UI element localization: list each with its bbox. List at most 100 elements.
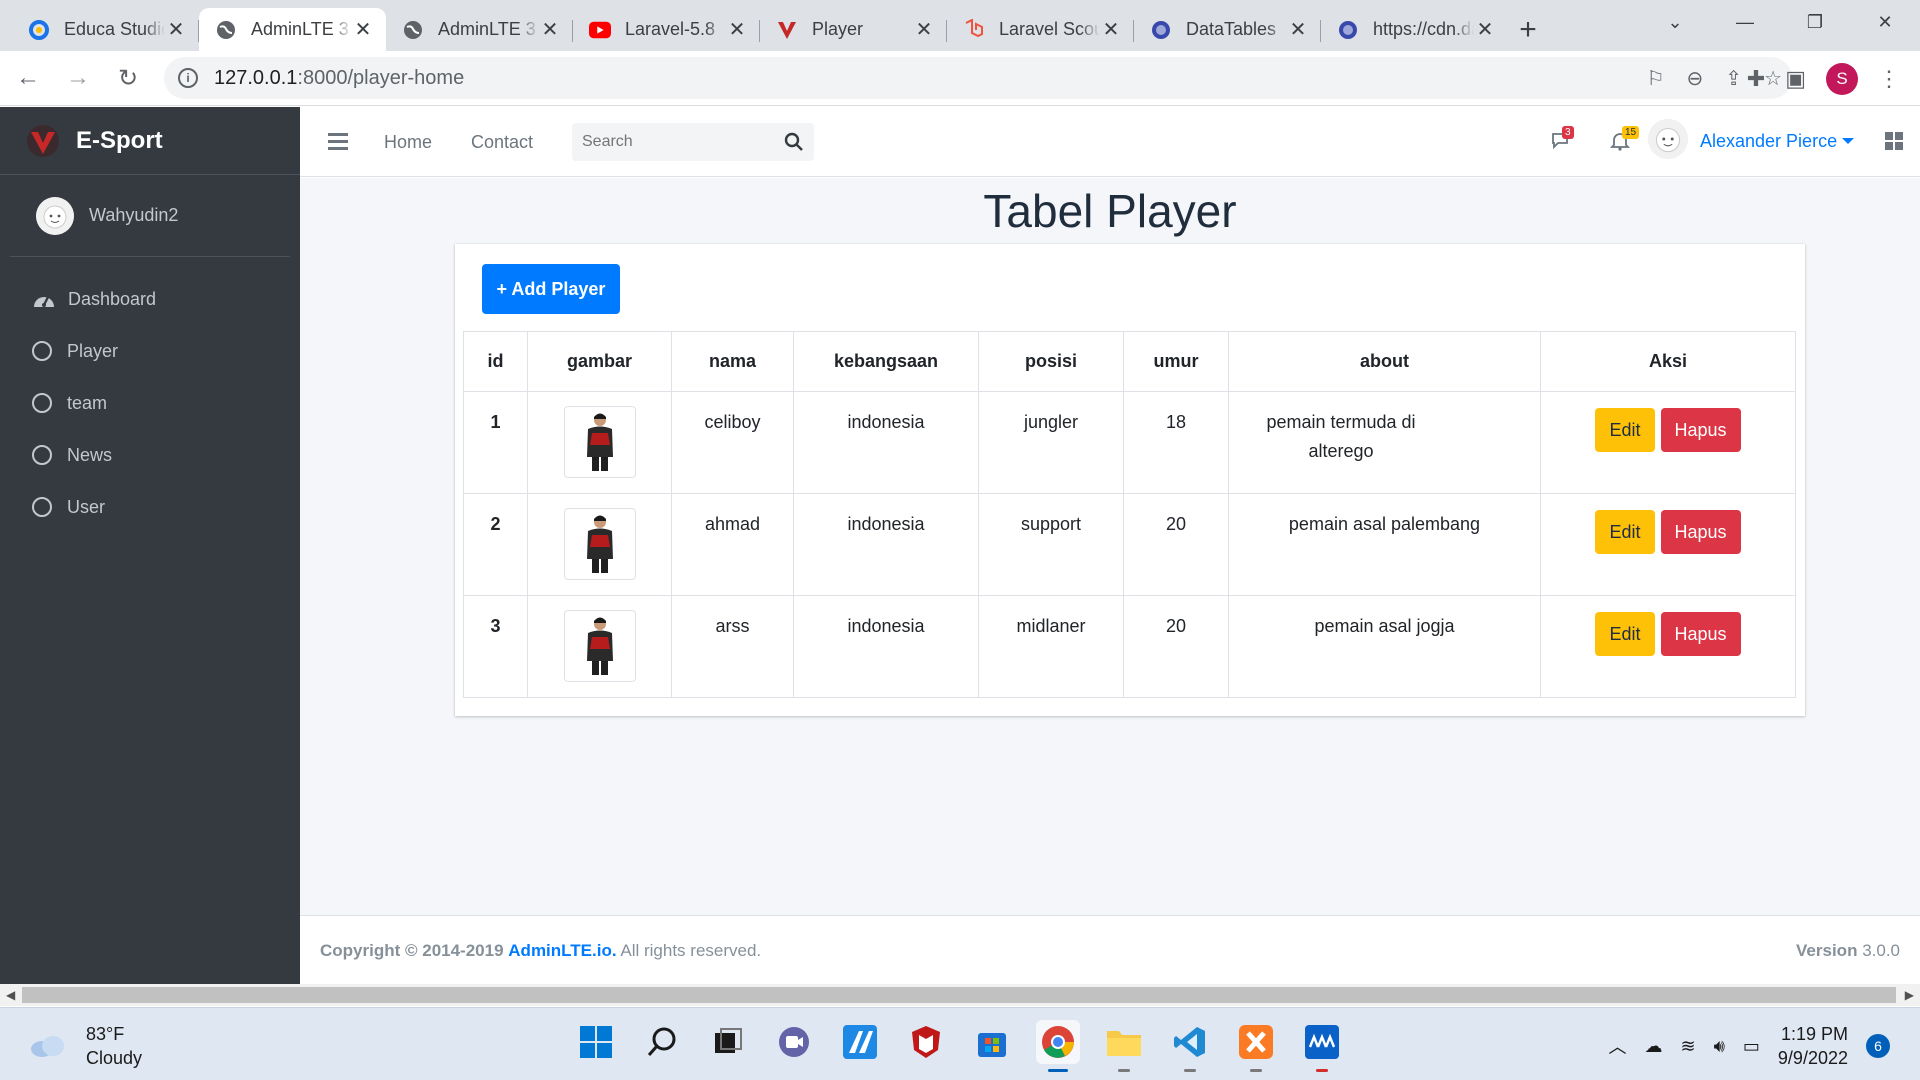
zoom-icon[interactable]: ⊖ — [1687, 66, 1704, 91]
column-header[interactable]: id — [463, 331, 528, 392]
adminlte-link[interactable]: AdminLTE.io. — [508, 941, 616, 960]
translate-icon[interactable]: ⚐ — [1647, 66, 1665, 91]
restore-icon[interactable]: ❐ — [1780, 0, 1850, 44]
mcafee-button[interactable] — [904, 1020, 948, 1064]
store-button[interactable] — [970, 1020, 1014, 1064]
sidebar-item-user[interactable]: User — [0, 481, 300, 533]
tab-title: AdminLTE 3 | Starter — [438, 19, 539, 39]
column-header[interactable]: posisi — [978, 331, 1124, 392]
nav-home-link[interactable]: Home — [384, 132, 432, 153]
close-tab-icon[interactable]: ✕ — [165, 17, 187, 42]
close-tab-icon[interactable]: ✕ — [726, 17, 748, 42]
scroll-right-icon[interactable]: ▶ — [1905, 988, 1914, 1002]
delete-button[interactable]: Hapus — [1660, 510, 1741, 554]
menu-kebab-icon[interactable]: ⋮ — [1878, 66, 1900, 92]
chrome-button[interactable] — [1036, 1020, 1080, 1072]
search-input[interactable] — [572, 123, 772, 161]
browser-tab[interactable]: Laravel Scout ✕ — [947, 8, 1134, 51]
user-panel[interactable]: Wahyudin2 — [10, 175, 290, 257]
column-header[interactable]: kebangsaan — [793, 331, 979, 392]
column-header[interactable]: nama — [671, 331, 794, 392]
tab-search-icon[interactable]: ⌄ — [1640, 0, 1710, 44]
scrollbar-thumb[interactable] — [22, 987, 1896, 1003]
browser-tab-active[interactable]: AdminLTE 3 | Starter ✕ — [199, 8, 386, 51]
browser-tab[interactable]: Educa Studio ✕ — [12, 8, 199, 51]
notification-count-badge[interactable]: 6 — [1866, 1034, 1890, 1058]
delete-button[interactable]: Hapus — [1660, 612, 1741, 656]
column-header[interactable]: about — [1228, 331, 1541, 392]
close-window-icon[interactable]: ✕ — [1850, 0, 1920, 44]
xampp-button[interactable] — [1234, 1020, 1278, 1072]
share-icon[interactable]: ⇪ — [1725, 66, 1742, 91]
remote-app-button[interactable] — [1300, 1020, 1344, 1072]
browser-tab[interactable]: Player ✕ — [760, 8, 947, 51]
cell-kebangsaan: indonesia — [793, 595, 979, 698]
chevron-up-icon[interactable]: ︿ — [1608, 1033, 1626, 1059]
scroll-left-icon[interactable]: ◀ — [6, 988, 15, 1002]
teams-chat-button[interactable] — [772, 1020, 816, 1064]
edit-button[interactable]: Edit — [1595, 612, 1655, 656]
side-panel-icon[interactable]: ▣ — [1785, 66, 1806, 92]
back-icon[interactable]: ← — [6, 56, 50, 100]
hamburger-menu-icon[interactable] — [328, 133, 348, 154]
browser-tab[interactable]: Laravel-5.8 ✕ — [573, 8, 760, 51]
file-explorer-button[interactable] — [1102, 1020, 1146, 1072]
editor-app-button[interactable] — [838, 1020, 882, 1064]
wifi-icon[interactable]: ≋ — [1680, 1036, 1695, 1057]
close-tab-icon[interactable]: ✕ — [352, 17, 374, 42]
system-tray: ︿ ☁ ≋ 🔊︎ ▭ 1:19 PM 9/9/2022 6 — [1608, 1022, 1890, 1070]
url-field[interactable]: i 127.0.0.1:8000/player-home ⚐ ⊖ ⇪ ☆ — [164, 57, 1792, 99]
close-tab-icon[interactable]: ✕ — [1100, 17, 1122, 42]
minimize-icon[interactable]: — — [1710, 0, 1780, 44]
column-header[interactable]: Aksi — [1540, 331, 1796, 392]
new-tab-button[interactable]: + — [1508, 8, 1548, 51]
apps-grid-icon[interactable] — [1885, 132, 1903, 150]
sidebar-item-dashboard[interactable]: Dashboard — [0, 273, 300, 325]
profile-avatar[interactable]: S — [1826, 62, 1858, 95]
search-icon — [647, 1027, 676, 1056]
vscode-button[interactable] — [1168, 1020, 1212, 1072]
extensions-icon[interactable]: ✚ — [1747, 66, 1765, 92]
site-info-icon[interactable]: i — [178, 68, 198, 88]
weather-widget[interactable]: 83°F Cloudy — [28, 1022, 142, 1070]
taskbar-search[interactable] — [640, 1020, 684, 1064]
messages-button[interactable]: 3 — [1550, 126, 1574, 156]
user-avatar[interactable] — [1648, 119, 1688, 159]
clock[interactable]: 1:19 PM 9/9/2022 — [1778, 1022, 1848, 1070]
caret-down-icon[interactable] — [1842, 138, 1854, 144]
forward-icon[interactable]: → — [56, 56, 100, 100]
reload-icon[interactable]: ↻ — [106, 56, 150, 100]
horizontal-scrollbar[interactable]: ◀ ▶ — [0, 984, 1920, 1006]
cell-gambar — [527, 493, 672, 596]
column-header[interactable]: umur — [1123, 331, 1229, 392]
column-header[interactable]: gambar — [527, 331, 672, 392]
page-title: Tabel Player — [983, 185, 1237, 237]
browser-tab[interactable]: DataTables ✕ — [1134, 8, 1321, 51]
brand-link[interactable]: E-Sport — [0, 107, 300, 175]
user-menu-name[interactable]: Alexander Pierce — [1700, 131, 1837, 152]
notifications-button[interactable]: 15 — [1609, 126, 1640, 156]
sidebar-item-team[interactable]: team — [0, 377, 300, 429]
cell-about: pemain termuda di alterego — [1228, 391, 1541, 494]
sidebar-item-label: Dashboard — [68, 288, 157, 309]
close-tab-icon[interactable]: ✕ — [913, 17, 935, 42]
delete-button[interactable]: Hapus — [1660, 408, 1741, 452]
close-tab-icon[interactable]: ✕ — [539, 17, 561, 42]
onedrive-cloud-icon[interactable]: ☁ — [1644, 1036, 1662, 1057]
add-player-button[interactable]: + Add Player — [482, 264, 620, 314]
close-tab-icon[interactable]: ✕ — [1474, 17, 1496, 42]
edit-button[interactable]: Edit — [1595, 408, 1655, 452]
sidebar-item-player[interactable]: Player — [0, 325, 300, 377]
volume-icon[interactable]: 🔊︎ — [1714, 1036, 1725, 1057]
nav-contact-link[interactable]: Contact — [471, 132, 533, 153]
browser-tab[interactable]: AdminLTE 3 | Starter ✕ — [386, 8, 573, 51]
battery-icon[interactable]: ▭ — [1743, 1036, 1760, 1057]
close-tab-icon[interactable]: ✕ — [1287, 17, 1309, 42]
search-icon[interactable] — [784, 132, 804, 152]
task-view-button[interactable] — [706, 1020, 750, 1064]
edit-button[interactable]: Edit — [1595, 510, 1655, 554]
browser-tab[interactable]: https://cdn.datatables ✕ — [1321, 8, 1508, 51]
start-button[interactable] — [574, 1020, 618, 1064]
sidebar-item-news[interactable]: News — [0, 429, 300, 481]
weather-condition: Cloudy — [86, 1048, 143, 1068]
